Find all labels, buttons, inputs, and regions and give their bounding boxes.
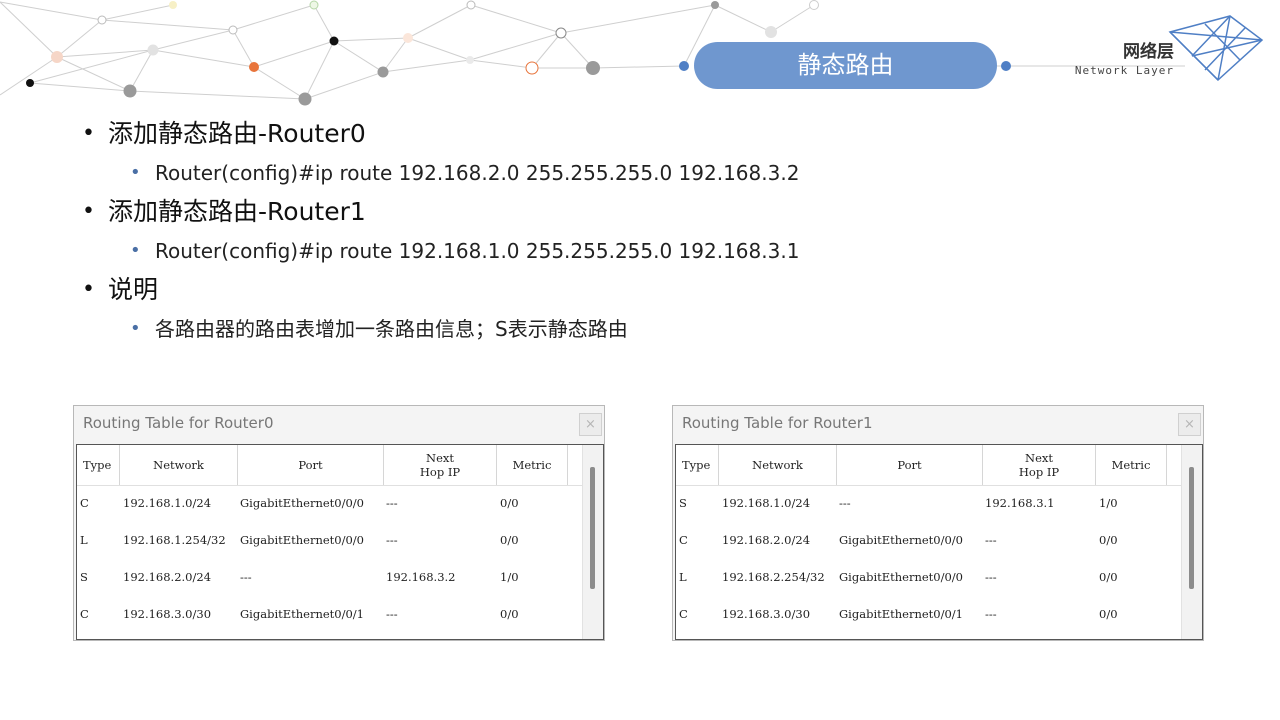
cell-metric: 0/0: [500, 607, 519, 621]
table-row[interactable]: C 192.168.2.0/24 GigabitEthernet0/0/0 --…: [676, 522, 1202, 559]
cell-next-hop: ---: [985, 533, 997, 547]
cell-next-hop: ---: [985, 570, 997, 584]
cell-type: S: [80, 570, 88, 584]
routing-table-window-router0: Routing Table for Router0 × Type Network…: [73, 405, 605, 641]
cell-metric: 0/0: [500, 496, 519, 510]
cell-type: S: [679, 496, 687, 510]
cell-metric: 1/0: [500, 570, 519, 584]
cell-next-hop: ---: [386, 496, 398, 510]
vertical-scrollbar[interactable]: [1181, 445, 1202, 639]
cell-network: 192.168.2.254/32: [722, 570, 825, 584]
cell-next-hop: ---: [386, 607, 398, 621]
cell-metric: 0/0: [500, 533, 519, 547]
close-button[interactable]: ×: [1178, 413, 1201, 436]
cell-next-hop: 192.168.3.1: [985, 496, 1055, 510]
cell-metric: 0/0: [1099, 533, 1118, 547]
routing-table: Type Network Port Next Hop IP Metric C 1…: [76, 444, 604, 640]
cell-network: 192.168.2.0/24: [123, 570, 212, 584]
sub-bullet-item: Router(config)#ip route 192.168.1.0 255.…: [80, 233, 1180, 269]
cell-network: 192.168.3.0/30: [123, 607, 212, 621]
column-header-metric[interactable]: Metric: [497, 445, 568, 485]
cell-type: L: [679, 570, 687, 584]
cell-port: GigabitEthernet0/0/0: [240, 496, 365, 510]
brand-label: 网络层 Network Layer: [1058, 40, 1174, 78]
routing-table-window-router1: Routing Table for Router1 × Type Network…: [672, 405, 1204, 641]
cell-port: GigabitEthernet0/0/0: [240, 533, 365, 547]
cell-port: ---: [240, 570, 252, 584]
brand-subtitle: Network Layer: [1074, 64, 1174, 77]
routing-table: Type Network Port Next Hop IP Metric S 1…: [675, 444, 1203, 640]
cell-type: L: [80, 533, 88, 547]
table-row[interactable]: S 192.168.2.0/24 --- 192.168.3.2 1/0: [77, 559, 603, 596]
brand-title: 网络层: [1123, 42, 1174, 62]
cell-next-hop: 192.168.3.2: [386, 570, 456, 584]
column-header-type[interactable]: Type: [676, 445, 719, 485]
table-row[interactable]: S 192.168.1.0/24 --- 192.168.3.1 1/0: [676, 485, 1202, 522]
bullet-item: 说明: [80, 272, 1180, 308]
table-row[interactable]: C 192.168.1.0/24 GigabitEthernet0/0/0 --…: [77, 485, 603, 522]
cell-network: 192.168.3.0/30: [722, 607, 811, 621]
bullet-list: 添加静态路由-Router0 Router(config)#ip route 1…: [80, 116, 1180, 350]
column-header-network[interactable]: Network: [719, 445, 837, 485]
cell-port: GigabitEthernet0/0/0: [839, 533, 964, 547]
column-header-next-hop[interactable]: Next Hop IP: [384, 445, 497, 485]
table-row[interactable]: C 192.168.3.0/30 GigabitEthernet0/0/1 --…: [77, 596, 603, 633]
table-header: Type Network Port Next Hop IP Metric: [676, 445, 1202, 486]
cell-type: C: [80, 496, 89, 510]
cell-port: GigabitEthernet0/0/0: [839, 570, 964, 584]
cell-type: C: [679, 607, 688, 621]
window-title: Routing Table for Router0: [83, 414, 274, 432]
cell-next-hop: ---: [386, 533, 398, 547]
cell-metric: 1/0: [1099, 496, 1118, 510]
bullet-item: 添加静态路由-Router1: [80, 194, 1180, 230]
scrollbar-thumb[interactable]: [590, 467, 595, 589]
cell-port: GigabitEthernet0/0/1: [839, 607, 964, 621]
column-header-port[interactable]: Port: [238, 445, 384, 485]
column-header-network[interactable]: Network: [120, 445, 238, 485]
close-button[interactable]: ×: [579, 413, 602, 436]
column-header-type[interactable]: Type: [77, 445, 120, 485]
cell-port: GigabitEthernet0/0/1: [240, 607, 365, 621]
table-row[interactable]: C 192.168.3.0/30 GigabitEthernet0/0/1 --…: [676, 596, 1202, 633]
column-header-next-hop[interactable]: Next Hop IP: [983, 445, 1096, 485]
table-header: Type Network Port Next Hop IP Metric: [77, 445, 603, 486]
cell-port: ---: [839, 496, 851, 510]
wireframe-logo-icon: [1168, 15, 1264, 82]
cell-metric: 0/0: [1099, 570, 1118, 584]
cell-network: 192.168.2.0/24: [722, 533, 811, 547]
window-title: Routing Table for Router1: [682, 414, 873, 432]
cell-metric: 0/0: [1099, 607, 1118, 621]
cell-type: C: [679, 533, 688, 547]
column-header-metric[interactable]: Metric: [1096, 445, 1167, 485]
sub-bullet-item: Router(config)#ip route 192.168.2.0 255.…: [80, 155, 1180, 191]
sub-bullet-item: 各路由器的路由表增加一条路由信息；S表示静态路由: [80, 311, 1180, 347]
cell-network: 192.168.1.0/24: [722, 496, 811, 510]
table-row[interactable]: L 192.168.2.254/32 GigabitEthernet0/0/0 …: [676, 559, 1202, 596]
cell-network: 192.168.1.0/24: [123, 496, 212, 510]
scrollbar-thumb[interactable]: [1189, 467, 1194, 589]
cell-type: C: [80, 607, 89, 621]
bullet-item: 添加静态路由-Router0: [80, 116, 1180, 152]
vertical-scrollbar[interactable]: [582, 445, 603, 639]
cell-network: 192.168.1.254/32: [123, 533, 226, 547]
slide-title: 静态路由: [694, 42, 997, 89]
cell-next-hop: ---: [985, 607, 997, 621]
column-header-port[interactable]: Port: [837, 445, 983, 485]
table-row[interactable]: L 192.168.1.254/32 GigabitEthernet0/0/0 …: [77, 522, 603, 559]
